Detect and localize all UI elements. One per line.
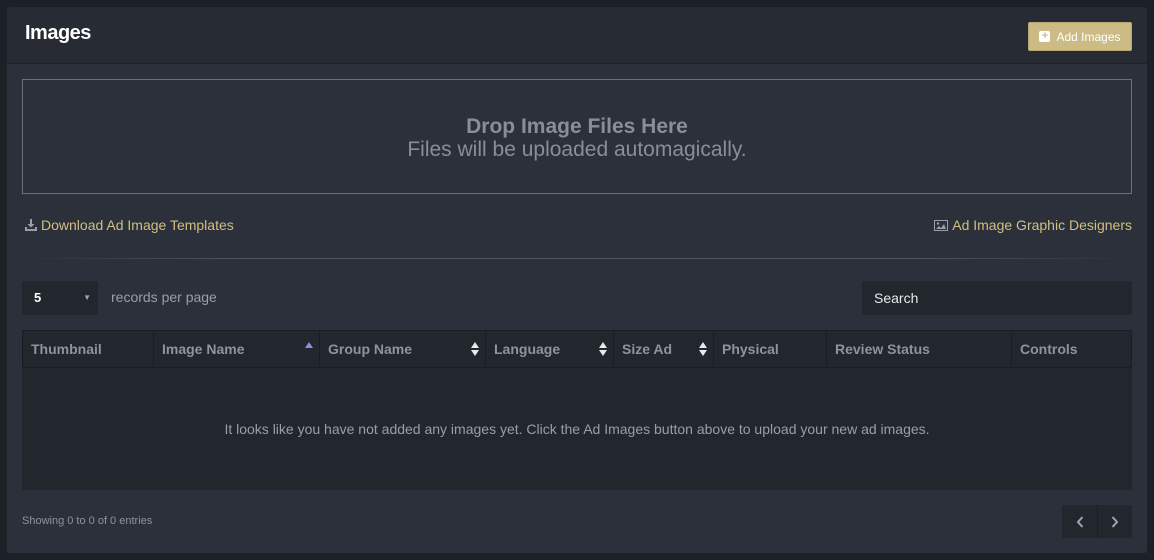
add-images-label: Add Images xyxy=(1056,29,1121,44)
panel-header: Images + Add Images xyxy=(7,7,1147,64)
table-header: Thumbnail Image Name Group Name Language xyxy=(22,330,1132,368)
column-label: Image Name xyxy=(162,341,245,357)
next-page-button[interactable] xyxy=(1097,505,1132,538)
column-label: Language xyxy=(494,341,561,357)
chevron-left-icon xyxy=(1076,515,1083,528)
column-label: Size Ad xyxy=(622,341,673,357)
column-controls: Controls xyxy=(1012,331,1131,367)
search-input[interactable] xyxy=(862,281,1132,315)
column-label: Controls xyxy=(1020,341,1078,357)
page-size-select[interactable]: 5 ▼ xyxy=(22,281,98,315)
column-thumbnail: Thumbnail xyxy=(23,331,154,367)
dropzone-subtitle: Files will be uploaded automagically. xyxy=(407,138,747,161)
images-table: Thumbnail Image Name Group Name Language xyxy=(22,330,1132,490)
dropzone-title: Drop Image Files Here xyxy=(466,115,688,138)
page-size-value: 5 xyxy=(34,290,42,305)
column-physical: Physical xyxy=(714,331,827,367)
image-icon xyxy=(934,219,949,231)
records-per-page-label: records per page xyxy=(111,289,217,305)
graphic-designers-link[interactable]: Ad Image Graphic Designers xyxy=(934,217,1132,233)
column-image-name[interactable]: Image Name xyxy=(154,331,320,367)
sort-icon xyxy=(471,342,479,356)
column-review-status: Review Status xyxy=(827,331,1012,367)
download-templates-label: Download Ad Image Templates xyxy=(41,217,234,233)
pagination xyxy=(1062,505,1132,538)
column-group-name[interactable]: Group Name xyxy=(320,331,486,367)
column-language[interactable]: Language xyxy=(486,331,614,367)
column-label: Thumbnail xyxy=(31,341,102,357)
divider xyxy=(22,258,1132,259)
image-dropzone[interactable]: Drop Image Files Here Files will be uplo… xyxy=(22,79,1132,194)
column-label: Physical xyxy=(722,341,779,357)
download-icon xyxy=(25,219,37,231)
sort-icon xyxy=(699,342,707,356)
plus-square-icon: + xyxy=(1039,31,1051,42)
page-title: Images xyxy=(25,22,91,44)
add-images-button[interactable]: + Add Images xyxy=(1028,22,1132,51)
column-label: Group Name xyxy=(328,341,413,357)
chevron-right-icon xyxy=(1111,515,1119,528)
column-size-ad[interactable]: Size Ad xyxy=(614,331,714,367)
graphic-designers-label: Ad Image Graphic Designers xyxy=(952,217,1132,233)
sort-icon xyxy=(599,342,607,356)
download-templates-link[interactable]: Download Ad Image Templates xyxy=(25,217,234,233)
empty-table-message: It looks like you have not added any ima… xyxy=(224,421,930,437)
entries-info: Showing 0 to 0 of 0 entries xyxy=(22,515,153,527)
images-panel: Images + Add Images Drop Image Files Her… xyxy=(7,7,1147,553)
sort-asc-icon xyxy=(305,342,313,348)
caret-down-icon: ▼ xyxy=(83,293,91,302)
prev-page-button[interactable] xyxy=(1062,505,1097,538)
column-label: Review Status xyxy=(835,341,930,357)
